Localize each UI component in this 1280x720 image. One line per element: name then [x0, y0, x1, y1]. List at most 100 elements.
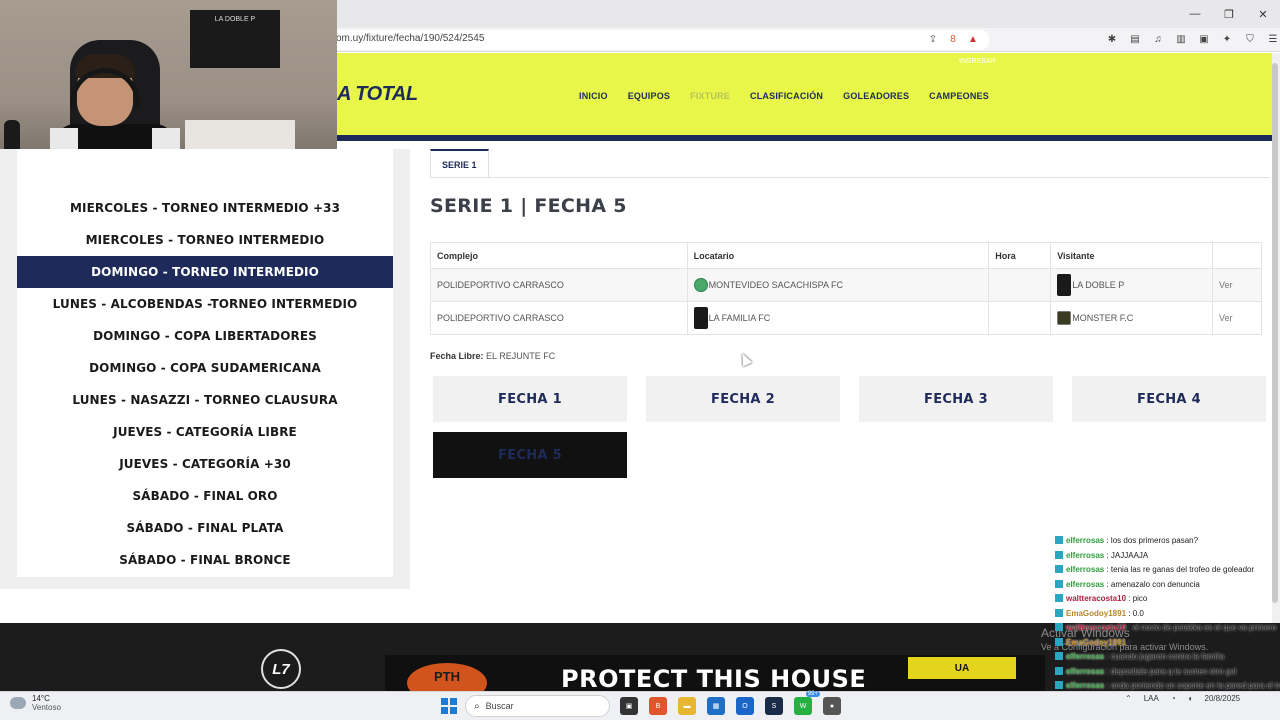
chat-username[interactable]: waltteracosta10 — [1066, 623, 1126, 632]
footer-logo[interactable]: L7 — [261, 649, 301, 689]
tournament-item[interactable]: JUEVES - CATEGORÍA +30 — [17, 448, 393, 480]
vpn-icon[interactable]: ⛉ — [1243, 32, 1257, 46]
chat-text: : cuando jugaron contra la familia — [1104, 652, 1225, 661]
shield-icon[interactable]: 8 — [946, 32, 960, 46]
login-link[interactable]: INGRESAR — [959, 58, 996, 65]
tab-divider — [430, 177, 1270, 178]
clock-date[interactable]: 20/8/2025 — [1205, 694, 1241, 703]
fecha-5-button[interactable]: FECHA 5 — [433, 432, 627, 478]
nav-inicio[interactable]: INICIO — [579, 91, 608, 101]
nav-campeones[interactable]: CAMPEONES — [929, 91, 989, 101]
tournament-item[interactable]: JUEVES - CATEGORÍA LIBRE — [17, 416, 393, 448]
obs-icon[interactable]: ● — [823, 697, 841, 715]
chat-username[interactable]: elferrosas — [1066, 667, 1104, 676]
chat-username[interactable]: EmaGodoy1891 — [1066, 609, 1126, 618]
tournament-item[interactable]: SÁBADO - FINAL BRONCE — [17, 544, 393, 576]
chevron-up-icon[interactable]: ⌃ — [1125, 694, 1132, 703]
language-indicator[interactable]: LAA — [1144, 694, 1159, 703]
leo-icon[interactable]: ✦ — [1220, 32, 1234, 46]
tournament-item[interactable]: DOMINGO - COPA LIBERTADORES — [17, 320, 393, 352]
sidebar-icon[interactable]: ▥ — [1174, 32, 1188, 46]
task-view-icon[interactable]: ▣ — [620, 697, 638, 715]
tournament-item[interactable]: LUNES - ALCOBENDAS -TORNEO INTERMEDIO — [17, 288, 393, 320]
sidebar-panel: MIERCOLES - TORNEO INTERMEDIO +33 MIERCO… — [0, 149, 410, 589]
match-detail-link[interactable]: Ver — [1212, 268, 1262, 302]
address-text: om.uy/fixture/fecha/190/524/2545 — [336, 33, 485, 44]
chat-badge-icon — [1055, 666, 1063, 675]
cell-complejo: POLIDEPORTIVO CARRASCO — [430, 301, 688, 335]
fecha-4-button[interactable]: FECHA 4 — [1072, 376, 1266, 422]
start-button[interactable] — [441, 698, 457, 714]
steam-icon[interactable]: S — [765, 697, 783, 715]
extensions-icon[interactable]: ✱ — [1105, 32, 1119, 46]
tournament-item[interactable]: SÁBADO - FINAL ORO — [17, 480, 393, 512]
chat-username[interactable]: elferrosas — [1066, 536, 1104, 545]
chat-username[interactable]: EmaGodoy1891 — [1066, 638, 1126, 647]
nav-fixture[interactable]: FIXTURE — [690, 91, 730, 101]
chat-text: : depositale para q te sumen otro gol — [1104, 666, 1237, 676]
nav-equipos[interactable]: EQUIPOS — [628, 91, 670, 101]
taskbar-search[interactable]: ⌕ Buscar — [465, 695, 610, 717]
chat-badge-icon — [1055, 565, 1063, 573]
chat-message: EmaGodoy1891 : — [1055, 636, 1280, 651]
fecha-2-button[interactable]: FECHA 2 — [646, 376, 840, 422]
fecha-3-button[interactable]: FECHA 3 — [859, 376, 1053, 422]
wall-flag: LA DOBLE P — [190, 10, 280, 68]
mouse-cursor — [737, 351, 753, 367]
chat-username[interactable]: elferrosas — [1066, 565, 1104, 574]
tab-serie-1[interactable]: SERIE 1 — [430, 149, 489, 178]
fecha-libre-team: EL REJUNTE FC — [486, 351, 556, 361]
chat-username[interactable]: waltteracosta10 — [1066, 594, 1126, 603]
close-icon[interactable]: ✕ — [1246, 0, 1280, 28]
music-icon[interactable]: ♫ — [1151, 32, 1165, 46]
store-icon[interactable]: ▦ — [707, 697, 725, 715]
table-row: POLIDEPORTIVO CARRASCO MONTEVIDEO SACACH… — [430, 268, 1262, 302]
wifi-icon[interactable]: ◔ — [1171, 694, 1176, 703]
chat-username[interactable]: elferrosas — [1066, 681, 1104, 690]
outlook-icon[interactable]: O — [736, 697, 754, 715]
restore-icon[interactable]: ❐ — [1212, 0, 1246, 28]
chat-badge-icon — [1055, 681, 1063, 689]
tournament-item[interactable]: MIERCOLES - TORNEO INTERMEDIO — [17, 224, 393, 256]
browser-actions: ✱ ▤ ♫ ▥ ▣ ✦ ⛉ ☰ — [1105, 32, 1280, 46]
reader-icon[interactable]: ▤ — [1128, 32, 1142, 46]
chat-message: elferrosas : cuando jugaron contra la fa… — [1055, 650, 1280, 665]
weather-widget[interactable]: 14°C Ventoso — [10, 694, 61, 712]
share-icon[interactable]: ⇪ — [926, 32, 940, 46]
tournament-item-active[interactable]: DOMINGO - TORNEO INTERMEDIO — [17, 256, 393, 288]
tournament-item[interactable]: SÁBADO - FINAL PLATA — [17, 512, 393, 544]
chat-badge-icon — [1055, 623, 1063, 631]
match-detail-link[interactable]: Ver — [1212, 301, 1262, 335]
tournament-item[interactable]: MIERCOLES - TORNEO INTERMEDIO +33 — [17, 192, 393, 224]
chat-username[interactable]: elferrosas — [1066, 652, 1104, 661]
sponsor-banner[interactable]: PTH PROTECT THIS HOUSE UA — [385, 655, 1045, 703]
tournament-item[interactable]: LUNES - NASAZZI - TORNEO CLAUSURA — [17, 384, 393, 416]
minimize-icon[interactable]: — — [1178, 0, 1212, 28]
nav-goleadores[interactable]: GOLEADORES — [843, 91, 909, 101]
wallet-icon[interactable]: ▣ — [1197, 32, 1211, 46]
chat-text: : amenazalo con denuncia — [1104, 579, 1200, 589]
tournament-item[interactable]: DOMINGO - COPA SUDAMERICANA — [17, 352, 393, 384]
site-logo[interactable]: A TOTAL — [337, 83, 418, 106]
chat-text: : anda poniendo un soporte en la pared p… — [1104, 681, 1280, 690]
fecha-1-button[interactable]: FECHA 1 — [433, 376, 627, 422]
rewards-triangle-icon[interactable]: ▲ — [966, 32, 980, 46]
header-stripe — [337, 135, 1272, 141]
chat-message: elferrosas : amenazalo con denuncia — [1055, 578, 1280, 593]
brave-icon[interactable]: B — [649, 697, 667, 715]
column-header-locatario: Locatario — [686, 242, 990, 269]
chat-badge-icon — [1055, 637, 1063, 646]
whatsapp-icon[interactable]: W 99+ — [794, 691, 820, 715]
fixture-table: Complejo Locatario Hora Visitante POLIDE… — [430, 242, 1262, 335]
chat-username[interactable]: elferrosas — [1066, 551, 1104, 560]
team-crest-icon — [1057, 274, 1072, 296]
menu-icon[interactable]: ☰ — [1266, 32, 1280, 46]
volume-icon[interactable]: ◖ — [1188, 694, 1193, 703]
address-bar[interactable]: om.uy/fixture/fecha/190/524/2545 ⇪ 8 ▲ — [330, 30, 990, 50]
chat-username[interactable]: elferrosas — [1066, 580, 1104, 589]
tournament-list: MIERCOLES - TORNEO INTERMEDIO +33 MIERCO… — [17, 149, 393, 577]
scrollbar-thumb[interactable] — [1272, 63, 1278, 603]
table-row: POLIDEPORTIVO CARRASCO LA FAMILIA FC MON… — [430, 301, 1262, 335]
folder-icon[interactable]: ▬ — [678, 697, 696, 715]
nav-clasificacion[interactable]: CLASIFICACIÓN — [750, 91, 823, 101]
